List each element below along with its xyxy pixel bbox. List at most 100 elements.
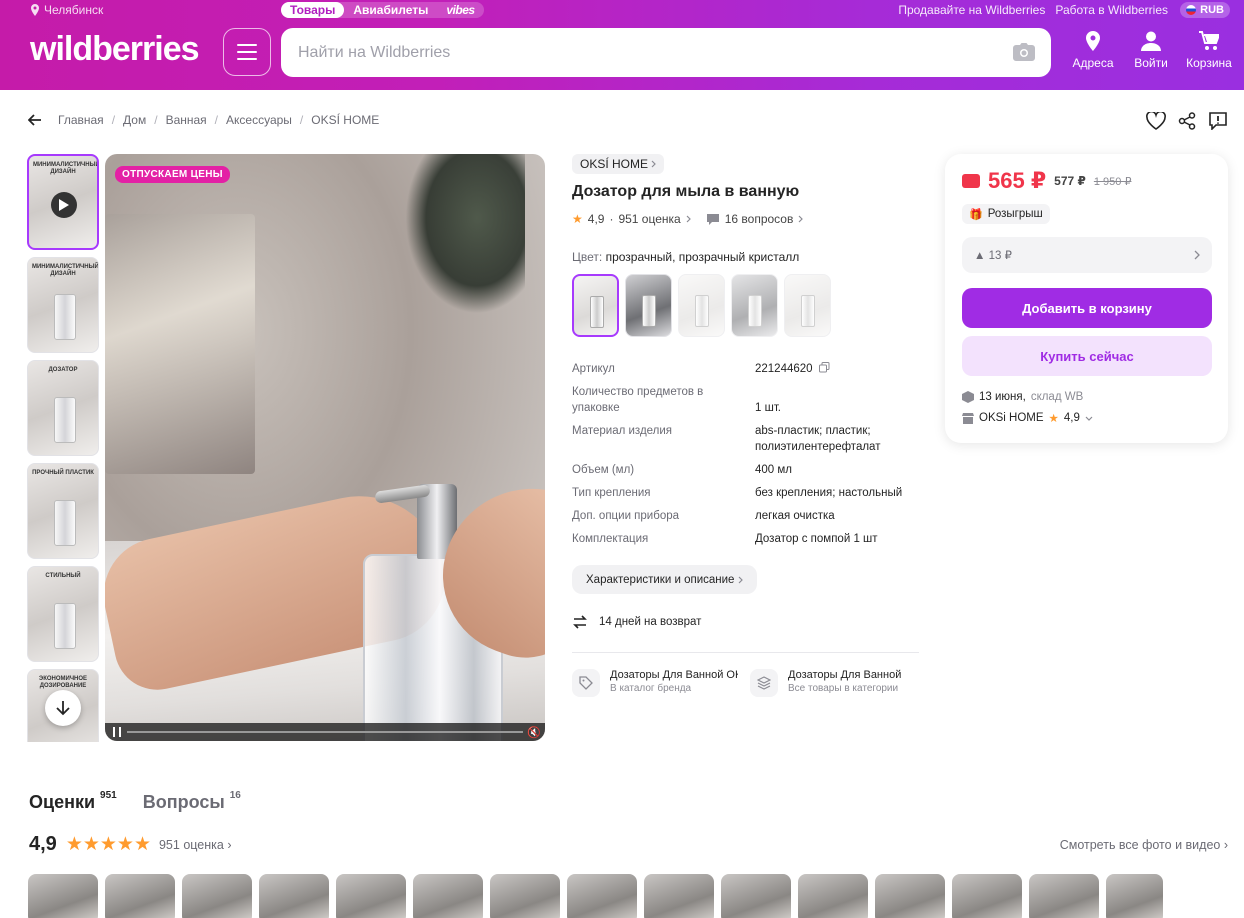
spec-row: Тип крепления без крепления; настольный: [572, 485, 912, 501]
breadcrumb-item[interactable]: OKSÍ HOME: [311, 113, 379, 127]
return-arrows-icon: [573, 615, 587, 629]
review-photo[interactable]: [875, 874, 945, 918]
thumbnail-caption: ПРОЧНЫЙ ПЛАСТИК: [32, 470, 94, 476]
breadcrumb-separator: /: [154, 113, 158, 127]
color-option[interactable]: [784, 274, 831, 337]
tab-questions[interactable]: Вопросы 16: [143, 790, 241, 813]
color-label-key: Цвет:: [572, 250, 603, 264]
spec-key: Объем (мл): [572, 464, 635, 476]
product-video[interactable]: ОТПУСКАЕМ ЦЕНЫ 🔇: [105, 154, 545, 741]
review-photo[interactable]: [721, 874, 791, 918]
location-pin-icon: [1086, 31, 1100, 51]
review-photo[interactable]: [952, 874, 1022, 918]
search-input[interactable]: [298, 43, 998, 62]
tab-reviews[interactable]: Оценки 951: [29, 790, 117, 813]
add-to-cart-button[interactable]: Добавить в корзину: [962, 288, 1212, 328]
rating-count-link[interactable]: 951 оценка ›: [159, 838, 232, 852]
report-icon[interactable]: [1208, 112, 1228, 130]
review-photo[interactable]: [567, 874, 637, 918]
breadcrumb: Главная / Дом / Ванная / Аксессуары / OK…: [28, 113, 379, 127]
returns-info: 14 дней на возврат: [572, 614, 701, 630]
reviews-link[interactable]: 951 оценка: [618, 212, 680, 226]
currency-selector[interactable]: RUB: [1180, 2, 1230, 18]
cart-button[interactable]: Корзина: [1180, 31, 1238, 70]
breadcrumb-separator: /: [214, 113, 219, 127]
delivery-place: склад WB: [1030, 391, 1084, 403]
buy-now-button[interactable]: Купить сейчас: [962, 336, 1212, 376]
mute-icon[interactable]: 🔇: [527, 726, 541, 739]
link-jobs[interactable]: Работа в Wildberries: [1055, 3, 1168, 17]
review-photo[interactable]: [644, 874, 714, 918]
review-photo[interactable]: [105, 874, 175, 918]
review-photo[interactable]: [28, 874, 98, 918]
price-history-button[interactable]: ▲ 13 ₽: [962, 237, 1212, 273]
link-sell[interactable]: Продавайте на Wildberries: [898, 3, 1045, 17]
tab-goods[interactable]: Товары: [281, 2, 345, 18]
review-photo[interactable]: [182, 874, 252, 918]
delivery-date: 13 июня,: [979, 391, 1026, 403]
breadcrumb-item[interactable]: Дом: [123, 113, 146, 127]
color-label: Цвет: прозрачный, прозрачный кристалл: [572, 250, 799, 264]
color-option[interactable]: [731, 274, 778, 337]
heart-icon[interactable]: [1146, 112, 1166, 130]
thumbnail-image[interactable]: ДОЗАТОР: [27, 360, 99, 456]
specs-description-label: Характеристики и описание: [586, 573, 735, 586]
cart-label: Корзина: [1186, 56, 1232, 70]
current-price: 565 ₽: [988, 168, 1047, 193]
video-progress[interactable]: [127, 731, 523, 733]
color-option[interactable]: [572, 274, 619, 337]
flag-icon: [1186, 5, 1197, 15]
category-link[interactable]: Дозаторы Для Ванной Все товары в категор…: [750, 669, 918, 697]
bottle-image: [54, 603, 76, 649]
camera-icon[interactable]: [1013, 43, 1035, 61]
seller-info[interactable]: OKSi HOME ★ 4,9: [962, 411, 1093, 425]
article-number[interactable]: 221244620: [755, 363, 813, 375]
product-rating-row: ★ 4,9 · 951 оценка 16 вопросов: [572, 212, 804, 226]
thumbnail-video[interactable]: МИНИМАЛИСТИЧНЫЙ ДИЗАЙН: [27, 154, 99, 250]
copy-icon[interactable]: [818, 362, 830, 373]
color-option[interactable]: [625, 274, 672, 337]
addresses-button[interactable]: Адреса: [1064, 31, 1122, 70]
brand-name: OKSÍ HOME: [580, 157, 649, 171]
spec-value: Дозатор с помпой 1 шт: [755, 533, 878, 545]
location-pin-icon: [31, 4, 39, 16]
see-all-media-link[interactable]: Смотреть все фото и видео ›: [1060, 838, 1228, 852]
spec-row: Комплектация Дозатор с помпой 1 шт: [572, 531, 912, 547]
breadcrumb-item[interactable]: Ванная: [166, 113, 207, 127]
review-photo[interactable]: [336, 874, 406, 918]
menu-button[interactable]: [223, 28, 271, 76]
pause-icon[interactable]: [113, 727, 121, 737]
back-arrow-icon[interactable]: [28, 114, 42, 126]
spec-row: Доп. опции прибора легкая очистка: [572, 508, 912, 524]
review-photo[interactable]: [1106, 874, 1163, 918]
brand-link[interactable]: OKSÍ HOME: [572, 154, 665, 174]
breadcrumb-item[interactable]: Главная: [58, 113, 104, 127]
review-photo[interactable]: [798, 874, 868, 918]
background-painting: [105, 214, 255, 474]
tab-vibes[interactable]: vibes: [437, 2, 483, 18]
review-photo[interactable]: [413, 874, 483, 918]
thumbnail-image[interactable]: ПРОЧНЫЙ ПЛАСТИК: [27, 463, 99, 559]
login-button[interactable]: Войти: [1122, 31, 1180, 70]
review-photo[interactable]: [1029, 874, 1099, 918]
rating-value: 4,9: [587, 212, 605, 226]
lottery-badge[interactable]: 🎁 Розыгрыш: [962, 204, 1050, 224]
review-photo[interactable]: [259, 874, 329, 918]
breadcrumb-item[interactable]: Аксессуары: [226, 113, 292, 127]
review-photo[interactable]: [490, 874, 560, 918]
thumbnails-scroll-button[interactable]: [45, 690, 81, 726]
spec-row: Артикул 221244620: [572, 361, 912, 377]
city-selector[interactable]: Челябинск: [30, 3, 103, 17]
brand-catalog-link[interactable]: Дозаторы Для Ванной OKSÍ HOME В каталог …: [572, 669, 740, 697]
specs-description-button[interactable]: Характеристики и описание: [572, 565, 758, 594]
questions-link[interactable]: 16 вопросов: [725, 212, 794, 226]
layers-icon: [750, 669, 778, 697]
see-all-label: Смотреть все фото и видео: [1059, 838, 1221, 852]
thumbnail-image[interactable]: СТИЛЬНЫЙ: [27, 566, 99, 662]
menu-line: [237, 44, 257, 46]
tab-flights[interactable]: Авиабилеты: [344, 2, 437, 18]
color-option[interactable]: [678, 274, 725, 337]
thumbnail-image[interactable]: МИНИМАЛИСТИЧНЫЙ ДИЗАЙН: [27, 257, 99, 353]
share-icon[interactable]: [1178, 112, 1196, 130]
logo[interactable]: wildberries: [30, 30, 200, 69]
